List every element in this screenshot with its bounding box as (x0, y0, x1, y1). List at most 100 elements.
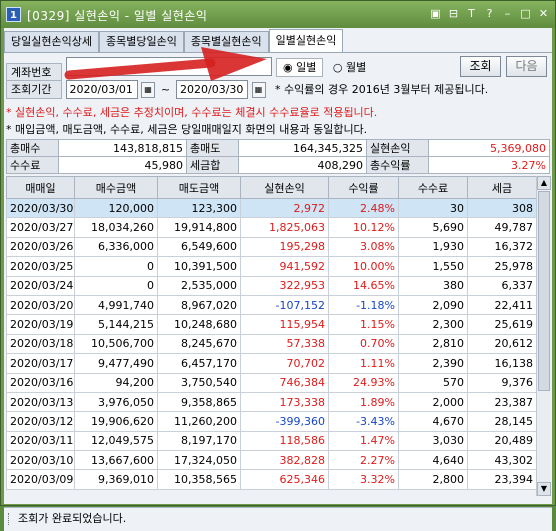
col-tax[interactable]: 세금 (467, 176, 537, 199)
cell-buy-amount: 18,034,260 (74, 217, 158, 238)
table-row[interactable]: 2020/03/16 94,200 3,750,540 746,384 24.93% 57… (6, 372, 537, 393)
date-range-tilde: ~ (160, 83, 171, 96)
total-return-label: 총수익률 (366, 156, 429, 174)
table-row[interactable]: 2020/03/26 6,336,000 6,549,600 195,298 3.08%… (6, 236, 537, 258)
link-icon[interactable]: ▣ (428, 6, 443, 22)
radio-monthly[interactable]: ○ 월별 (327, 59, 372, 78)
table-row[interactable]: 2020/03/13 3,976,050 9,358,865 173,338 1.89%… (6, 391, 537, 413)
font-icon[interactable]: T (464, 6, 479, 22)
tab-daily-realized-detail[interactable]: 당일실현손익상세 (4, 31, 99, 52)
tab-bar: 당일실현손익상세 종목별당일손익 종목별실현손익 일별실현손익 (4, 29, 344, 52)
cell-buy-amount: 120,000 (74, 197, 158, 219)
cell-tax: 28,145 (467, 411, 537, 432)
tab-stock-realized-pnl[interactable]: 종목별실현손익 (183, 31, 269, 52)
cell-return: 14.65% (328, 275, 399, 296)
period-label: 조회기간 (6, 80, 62, 99)
tax-value: 408,290 (238, 156, 367, 174)
calendar-icon[interactable]: ▦ (251, 82, 266, 98)
tab-daily-realized-pnl[interactable]: 일별실현손익 (268, 29, 344, 52)
table-row[interactable]: 2020/03/10 13,667,600 17,324,050 382,828 2.2… (6, 450, 537, 471)
note-trade-log: * 매입금액, 매도금액, 수수료, 세금은 당일매매일지 화면의 내용과 동일… (6, 123, 368, 136)
cell-fee: 3,030 (398, 430, 468, 452)
cell-tax: 20,489 (467, 430, 537, 452)
status-grip-icon (8, 513, 10, 525)
cell-realized-pnl: -399,360 (240, 411, 329, 432)
cell-return: 2.48% (328, 197, 399, 219)
table-row[interactable]: 2020/03/20 4,991,740 8,967,020 -107,152 -1.1… (6, 294, 537, 316)
radio-monthly-label: 월별 (345, 61, 367, 74)
cell-trade-date: 2020/03/25 (6, 256, 75, 277)
cell-realized-pnl: -107,152 (240, 294, 329, 316)
table-row[interactable]: 2020/03/12 19,906,620 11,260,200 -399,360 -3… (6, 411, 537, 432)
col-sell-amount[interactable]: 매도금액 (157, 176, 241, 199)
table-row[interactable]: 2020/03/25 0 10,391,500 941,592 10.00% 1,550 2… (6, 256, 537, 277)
cell-fee: 1,930 (398, 236, 468, 258)
scroll-up-arrow-icon[interactable]: ▲ (537, 176, 551, 190)
col-realized-pnl[interactable]: 실현손익 (240, 176, 329, 199)
tab-stock-daily-pnl[interactable]: 종목별당일손익 (98, 31, 184, 52)
cell-buy-amount: 3,976,050 (74, 391, 158, 413)
help-icon[interactable]: ? (482, 6, 497, 22)
table-row[interactable]: 2020/03/18 10,506,700 8,245,670 57,338 0.70%… (6, 333, 537, 355)
daily-pnl-grid[interactable]: 매매일 매수금액 매도금액 실현손익 수익률 수수료 세금 2020/03/30… (6, 176, 537, 490)
cell-trade-date: 2020/03/12 (6, 411, 75, 432)
col-fee[interactable]: 수수료 (398, 176, 468, 199)
title-bar[interactable]: 1 [0329] 실현손익 - 일별 실현손익 ▣ ⊟ T ? – □ ✕ (1, 1, 555, 28)
cell-buy-amount: 10,506,700 (74, 333, 158, 355)
cell-realized-pnl: 322,953 (240, 275, 329, 296)
search-button[interactable]: 조회 (460, 56, 501, 77)
calendar-icon[interactable]: ▦ (141, 82, 155, 98)
end-date-input[interactable]: 2020/03/30 (176, 80, 248, 99)
table-row[interactable]: 2020/03/30 120,000 123,300 2,972 2.48% 30 308 (6, 197, 537, 219)
cell-trade-date: 2020/03/11 (6, 430, 75, 452)
table-row[interactable]: 2020/03/24 0 2,535,000 322,953 14.65% 380 6,33… (6, 275, 537, 296)
cell-realized-pnl: 625,346 (240, 469, 329, 490)
cell-tax: 16,372 (467, 236, 537, 258)
scroll-down-arrow-icon[interactable]: ▼ (537, 482, 551, 496)
sell-total-label: 총매도 (186, 139, 239, 157)
maximize-icon[interactable]: □ (518, 6, 533, 22)
radio-daily[interactable]: ◉ 일별 (276, 58, 324, 77)
note-estimate: * 실현손익, 수수료, 세금은 추정치이며, 수수료는 체결시 수수료율로 적… (6, 106, 378, 119)
cell-trade-date: 2020/03/13 (6, 391, 75, 413)
cell-buy-amount: 9,369,010 (74, 469, 158, 490)
scroll-thumb[interactable] (538, 191, 550, 391)
account-number-input[interactable] (65, 57, 272, 76)
tab-divider (4, 52, 552, 53)
col-return[interactable]: 수익률 (328, 176, 399, 199)
col-trade-date[interactable]: 매매일 (6, 176, 75, 199)
period-note: * 수익률의 경우 2016년 3월부터 제공됩니다. (275, 83, 489, 96)
cell-sell-amount: 3,750,540 (157, 372, 241, 393)
table-row[interactable]: 2020/03/11 12,049,575 8,197,170 118,586 1.47… (6, 430, 537, 452)
close-icon[interactable]: ✕ (536, 6, 551, 22)
next-button[interactable]: 다음 (506, 56, 547, 77)
buy-total-label: 총매수 (6, 139, 59, 157)
cell-return: 2.27% (328, 450, 399, 471)
cell-return: 10.00% (328, 256, 399, 277)
cell-fee: 2,000 (398, 391, 468, 413)
cell-fee: 570 (398, 372, 468, 393)
minimize-icon[interactable]: – (500, 6, 515, 22)
col-buy-amount[interactable]: 매수금액 (74, 176, 158, 199)
cell-realized-pnl: 70,702 (240, 353, 329, 374)
realized-pnl-value: 5,369,080 (428, 139, 550, 157)
cell-return: 3.08% (328, 236, 399, 258)
table-row[interactable]: 2020/03/09 9,369,010 10,358,565 625,346 3.32… (6, 469, 537, 490)
grid-scrollbar[interactable]: ▲ ▼ (536, 176, 551, 496)
cell-trade-date: 2020/03/09 (6, 469, 75, 490)
table-row[interactable]: 2020/03/17 9,477,490 6,457,170 70,702 1.11% 2… (6, 353, 537, 374)
cell-fee: 1,550 (398, 256, 468, 277)
cell-realized-pnl: 382,828 (240, 450, 329, 471)
cell-sell-amount: 2,535,000 (157, 275, 241, 296)
cell-tax: 23,394 (467, 469, 537, 490)
window-body: 당일실현손익상세 종목별당일손익 종목별실현손익 일별실현손익 계좌번호 ◉ 일… (4, 28, 552, 531)
cell-realized-pnl: 118,586 (240, 430, 329, 452)
start-date-input[interactable]: 2020/03/01 (65, 80, 138, 99)
cell-fee: 2,090 (398, 294, 468, 316)
table-row[interactable]: 2020/03/27 18,034,260 19,914,800 1,825,063 1… (6, 217, 537, 238)
cell-buy-amount: 5,144,215 (74, 314, 158, 335)
cell-realized-pnl: 941,592 (240, 256, 329, 277)
layout-icon[interactable]: ⊟ (446, 6, 461, 22)
cell-sell-amount: 10,391,500 (157, 256, 241, 277)
table-row[interactable]: 2020/03/19 5,144,215 10,248,680 115,954 1.15… (6, 314, 537, 335)
